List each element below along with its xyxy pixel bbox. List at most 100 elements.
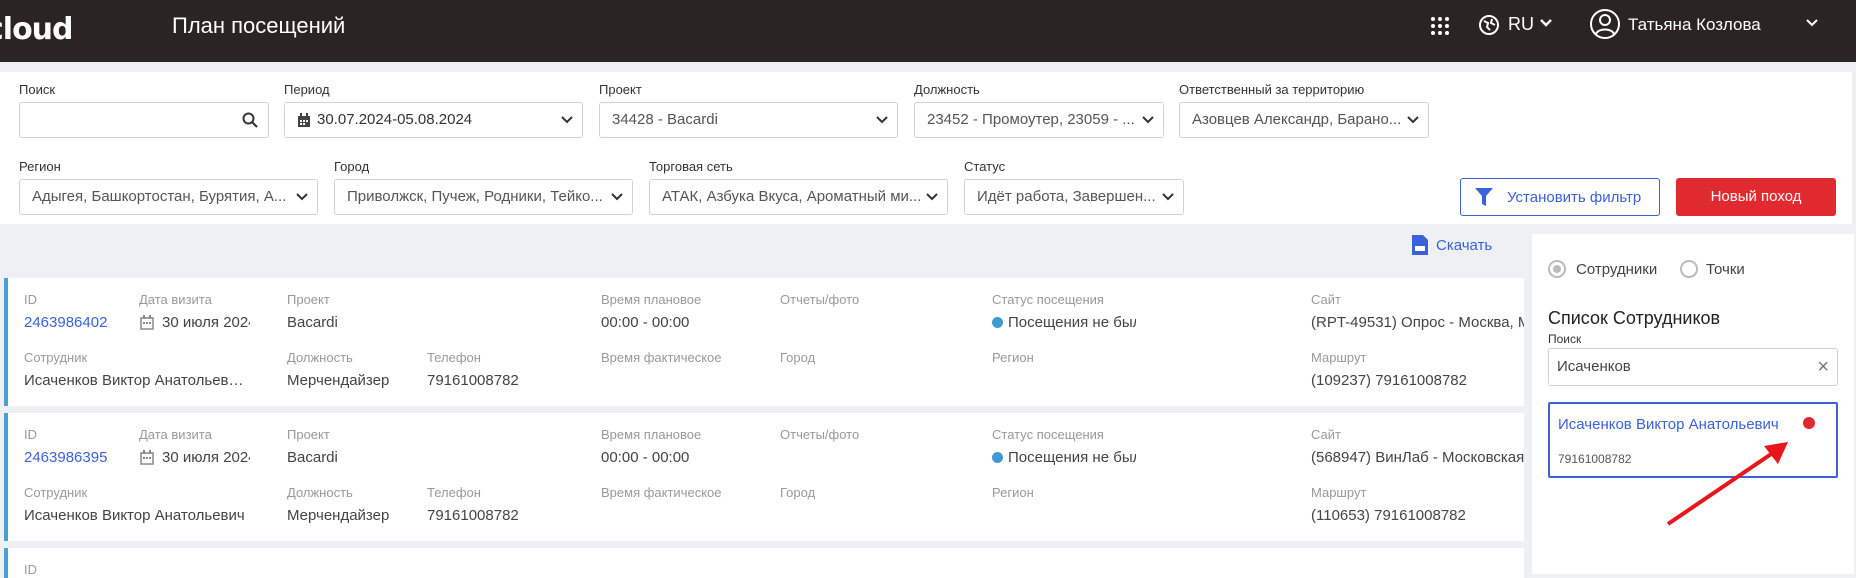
employee-search-value: Исаченков bbox=[1557, 358, 1631, 375]
globe-icon[interactable] bbox=[1478, 14, 1500, 36]
status-text: Посещения не было bbox=[1008, 314, 1136, 331]
filter-label: Ответственный за территорию bbox=[1179, 82, 1365, 97]
search-input[interactable] bbox=[19, 102, 269, 138]
status-text: Посещения не было bbox=[1008, 449, 1136, 466]
city-select[interactable]: Приволжск, Пучеж, Родники, Тейко... bbox=[334, 179, 633, 215]
route-value: (109237) 79161008782 bbox=[1311, 372, 1467, 389]
visit-id-link[interactable]: 2463986402 bbox=[24, 314, 107, 331]
position-label: Должность bbox=[287, 485, 353, 500]
search-icon[interactable] bbox=[242, 112, 258, 128]
points-radio-label[interactable]: Точки bbox=[1706, 261, 1745, 278]
chevron-down-icon bbox=[1142, 116, 1154, 124]
chevron-down-icon bbox=[296, 193, 308, 201]
calendar-icon bbox=[140, 315, 154, 330]
project-value: 34428 - Bacardi bbox=[612, 111, 718, 128]
route-label: Маршрут bbox=[1311, 485, 1367, 500]
phone-value: 79161008782 bbox=[427, 372, 519, 389]
filter-label: Поиск bbox=[19, 82, 56, 97]
chevron-down-icon bbox=[1162, 193, 1174, 201]
id-label: ID bbox=[24, 562, 37, 577]
position-select[interactable]: 23452 - Промоутер, 23059 - ... bbox=[914, 102, 1164, 138]
status-select[interactable]: Идёт работа, Завершен... bbox=[964, 179, 1184, 215]
city-label: Город bbox=[780, 485, 816, 500]
user-avatar-icon[interactable] bbox=[1589, 8, 1621, 40]
visit-id-link[interactable]: 2463986395 bbox=[24, 449, 107, 466]
file-download-icon bbox=[1412, 235, 1428, 255]
actual-time-label: Время фактическое bbox=[601, 485, 722, 500]
calendar-icon bbox=[298, 113, 310, 127]
responsible-select[interactable]: Азовцев Александр, Барано... bbox=[1179, 102, 1429, 138]
route-value: (110653) 79161008782 bbox=[1311, 507, 1466, 524]
employee-label: Сотрудник bbox=[24, 485, 88, 500]
language-selector[interactable]: RU bbox=[1508, 14, 1534, 35]
filter-label: Период bbox=[284, 82, 330, 97]
position-value: Мерчендайзер bbox=[287, 507, 390, 524]
page-title: План посещений bbox=[172, 13, 346, 38]
phone-value: 79161008782 bbox=[427, 507, 519, 524]
filter-label: Проект bbox=[599, 82, 642, 97]
employee-list-title: Список Сотрудников bbox=[1548, 308, 1721, 328]
employees-radio[interactable] bbox=[1548, 260, 1566, 278]
chevron-down-icon[interactable] bbox=[1540, 18, 1552, 28]
project-value: Bacardi bbox=[287, 449, 338, 466]
apps-grid-icon[interactable] bbox=[1430, 16, 1450, 36]
chain-value: АТАК, Азбука Вкуса, Ароматный ми... bbox=[662, 188, 922, 205]
id-label: ID bbox=[24, 292, 37, 307]
project-select[interactable]: 34428 - Bacardi bbox=[599, 102, 898, 138]
status-label: Статус посещения bbox=[992, 427, 1104, 442]
filter-label: Регион bbox=[19, 159, 61, 174]
position-value: Мерчендайзер bbox=[287, 372, 390, 389]
region-value: Адыгея, Башкортостан, Бурятия, А... bbox=[32, 188, 287, 205]
set-filter-label: Установить фильтр bbox=[1507, 189, 1642, 206]
period-select[interactable]: 30.07.2024-05.08.2024 bbox=[284, 102, 583, 138]
status-value: Идёт работа, Завершен... bbox=[977, 188, 1156, 205]
employee-value: Исаченков Виктор Анатольевич bbox=[24, 372, 244, 389]
employee-search-input[interactable]: Исаченков × bbox=[1548, 348, 1838, 386]
chain-select[interactable]: АТАК, Азбука Вкуса, Ароматный ми... bbox=[649, 179, 948, 215]
filter-icon bbox=[1475, 188, 1493, 206]
actual-time-label: Время фактическое bbox=[601, 350, 722, 365]
status-badge: Посещения не было bbox=[992, 314, 1136, 331]
status-dot-icon bbox=[1803, 417, 1815, 429]
user-name[interactable]: Татьяна Козлова bbox=[1628, 15, 1761, 35]
logo[interactable]: cloud bbox=[0, 12, 74, 47]
top-bar: cloud План посещений RU Татьяна Козлова bbox=[0, 0, 1856, 62]
status-label: Статус посещения bbox=[992, 292, 1104, 307]
annotation-arrow-icon bbox=[1666, 442, 1788, 526]
status-dot-icon bbox=[992, 452, 1003, 463]
visit-card[interactable]: ID bbox=[4, 548, 1524, 578]
site-value: (568947) ВинЛаб - Московская bbox=[1311, 449, 1524, 466]
region-label: Регион bbox=[992, 350, 1034, 365]
period-value: 30.07.2024-05.08.2024 bbox=[317, 111, 473, 128]
filter-label: Должность bbox=[914, 82, 980, 97]
download-label: Скачать bbox=[1436, 237, 1493, 254]
city-value: Приволжск, Пучеж, Родники, Тейко... bbox=[347, 188, 603, 205]
points-radio[interactable] bbox=[1680, 260, 1698, 278]
region-label: Регион bbox=[992, 485, 1034, 500]
id-label: ID bbox=[24, 427, 37, 442]
planned-time-value: 00:00 - 00:00 bbox=[601, 314, 690, 331]
filter-label: Торговая сеть bbox=[649, 159, 733, 174]
employees-radio-label[interactable]: Сотрудники bbox=[1576, 261, 1657, 278]
site-label: Сайт bbox=[1311, 292, 1341, 307]
new-visit-button[interactable]: Новый поход bbox=[1676, 178, 1836, 216]
visit-date: 30 июля 2024 bbox=[162, 314, 250, 331]
chevron-down-icon[interactable] bbox=[1806, 18, 1818, 28]
employee-name[interactable]: Исаченков Виктор Анатольевич bbox=[1558, 416, 1779, 433]
status-badge: Посещения не было bbox=[992, 449, 1136, 466]
clear-icon[interactable]: × bbox=[1817, 349, 1829, 385]
visit-card[interactable]: ID 2463986402 Дата визита 30 июля 2024 П… bbox=[4, 278, 1524, 406]
visit-card[interactable]: ID 2463986395 Дата визита 30 июля 2024 П… bbox=[4, 413, 1524, 541]
planned-time-label: Время плановое bbox=[601, 292, 702, 307]
employee-phone: 79161008782 bbox=[1558, 452, 1632, 466]
phone-label: Телефон bbox=[427, 350, 481, 365]
responsible-value: Азовцев Александр, Барано... bbox=[1192, 111, 1402, 128]
date-label: Дата визита bbox=[139, 292, 212, 307]
position-label: Должность bbox=[287, 350, 353, 365]
filter-label: Статус bbox=[964, 159, 1006, 174]
region-select[interactable]: Адыгея, Башкортостан, Бурятия, А... bbox=[19, 179, 318, 215]
set-filter-button[interactable]: Установить фильтр bbox=[1460, 178, 1660, 216]
project-label: Проект bbox=[287, 427, 330, 442]
chevron-down-icon bbox=[561, 116, 573, 124]
chevron-down-icon bbox=[926, 193, 938, 201]
